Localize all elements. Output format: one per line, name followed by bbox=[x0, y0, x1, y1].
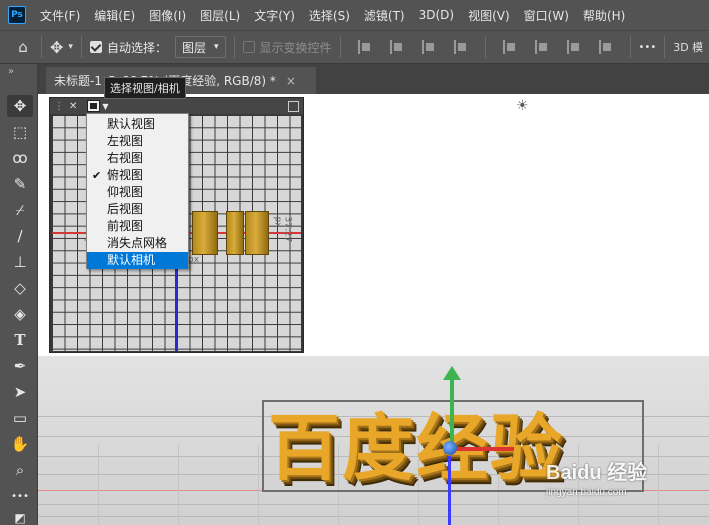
brush-tool-icon[interactable]: ∕ bbox=[7, 225, 33, 247]
view-menu-item[interactable]: 消失点网格 bbox=[87, 235, 188, 252]
menu-image[interactable]: 图像(I) bbox=[149, 7, 186, 24]
menu-filter[interactable]: 滤镜(T) bbox=[364, 7, 405, 24]
view-menu-item[interactable]: 默认视图 bbox=[87, 116, 188, 133]
view-camera-menu: 默认视图左视图右视图 ✔ 俯视图仰视图后视图前视图消失点网格默认相机 bbox=[86, 113, 189, 269]
view-menu-item-label: 消失点网格 bbox=[107, 236, 168, 250]
align-center-icon[interactable] bbox=[389, 40, 404, 54]
view-menu-item[interactable]: 后视图 bbox=[87, 201, 188, 218]
chevron-down-icon[interactable]: ▼ bbox=[102, 102, 108, 111]
eraser-tool-icon[interactable]: ◇ bbox=[7, 277, 33, 299]
menu-bar: Ps 文件(F) 编辑(E) 图像(I) 图层(L) 文字(Y) 选择(S) 滤… bbox=[0, 0, 709, 30]
align-left-icon[interactable] bbox=[357, 40, 372, 54]
tools-panel: » ✥ ⬚ ꝏ ✎ ⌿ ∕ ⊥ ◇ ◈ T ✒ ➤ ▭ ✋ ⌕ ••• ◩ bbox=[0, 64, 38, 525]
stamp-tool-icon[interactable]: ⊥ bbox=[7, 251, 33, 273]
view-menu-item[interactable]: 右视图 bbox=[87, 150, 188, 167]
photoshop-logo: Ps bbox=[8, 6, 26, 24]
view-menu-item[interactable]: 前视图 bbox=[87, 218, 188, 235]
quick-select-tool-icon[interactable]: ✎ bbox=[7, 173, 33, 195]
grip-icon[interactable]: ⋮ bbox=[54, 101, 64, 112]
tooltip: 选择视图/相机 bbox=[104, 77, 186, 99]
view-menu-item[interactable]: 仰视图 bbox=[87, 184, 188, 201]
menu-edit[interactable]: 编辑(E) bbox=[94, 7, 135, 24]
text-block-top-view bbox=[226, 211, 244, 255]
view-menu-item-label: 后视图 bbox=[107, 202, 144, 216]
menu-layer[interactable]: 图层(L) bbox=[200, 7, 240, 24]
zoom-tool-icon[interactable]: ⌕ bbox=[7, 459, 33, 481]
more-options-button[interactable]: ••• bbox=[639, 42, 657, 53]
move-tool-icon[interactable]: ✥ bbox=[7, 95, 33, 117]
view-menu-item-label: 前视图 bbox=[107, 219, 144, 233]
pen-tool-icon[interactable]: ✒ bbox=[7, 355, 33, 377]
chevron-down-icon: ▾ bbox=[213, 42, 219, 52]
type-tool-icon[interactable]: T bbox=[7, 329, 33, 351]
collapse-toolbar-icon[interactable]: » bbox=[8, 66, 14, 77]
dimension-label: px bbox=[188, 255, 200, 265]
gizmo-z-axis[interactable] bbox=[448, 456, 451, 525]
gizmo-x-axis[interactable] bbox=[454, 447, 514, 451]
move-icon[interactable]: ✥ bbox=[50, 38, 63, 57]
view-menu-item-label: 右视图 bbox=[107, 151, 144, 165]
close-icon[interactable]: ✕ bbox=[69, 101, 77, 112]
align-middle-icon[interactable] bbox=[534, 40, 549, 54]
watermark-url: jingyan.baidu.com bbox=[546, 487, 627, 498]
close-icon[interactable]: × bbox=[286, 74, 296, 88]
auto-select-label: 自动选择： bbox=[106, 40, 167, 55]
view-menu-item-label: 默认相机 bbox=[107, 253, 156, 267]
sun-icon[interactable]: ☀ bbox=[516, 98, 529, 114]
chevron-down-icon[interactable]: ▾ bbox=[68, 42, 73, 52]
view-menu-item-label: 俯视图 bbox=[107, 168, 144, 182]
align-top-icon[interactable] bbox=[502, 40, 517, 54]
gizmo-center-handle[interactable] bbox=[443, 441, 457, 455]
lasso-tool-icon[interactable]: ꝏ bbox=[7, 147, 33, 169]
rectangle-tool-icon[interactable]: ▭ bbox=[7, 407, 33, 429]
view-menu-item[interactable]: 左视图 bbox=[87, 133, 188, 150]
menu-help[interactable]: 帮助(H) bbox=[583, 7, 625, 24]
layer-select-value: 图层 bbox=[181, 40, 206, 55]
text-block-top-view bbox=[245, 211, 269, 255]
view-menu-item-label: 左视图 bbox=[107, 134, 144, 148]
watermark: Baidu 经验 jingyan.baidu.com bbox=[546, 456, 647, 498]
distribute-icon[interactable] bbox=[453, 40, 468, 54]
auto-select-checkbox[interactable] bbox=[89, 41, 102, 53]
distribute-vertical-icon[interactable] bbox=[598, 40, 613, 54]
view-menu-item-label: 仰视图 bbox=[107, 185, 144, 199]
layer-select-dropdown[interactable]: 图层 ▾ bbox=[174, 36, 226, 58]
menu-type[interactable]: 文字(Y) bbox=[254, 7, 295, 24]
menu-window[interactable]: 窗口(W) bbox=[524, 7, 569, 24]
view-panel-header: ⋮ ✕ ▼ bbox=[50, 98, 303, 114]
expand-panel-icon[interactable] bbox=[288, 100, 299, 112]
color-swatch-icon[interactable]: ◩ bbox=[7, 507, 33, 525]
options-bar: ⌂ ✥ ▾ 自动选择： 图层 ▾ 显示变换控件 ••• 3D 模 bbox=[0, 30, 709, 64]
view-menu-item[interactable]: 默认相机 bbox=[87, 252, 188, 269]
marquee-tool-icon[interactable]: ⬚ bbox=[7, 121, 33, 143]
dimension-label: 37.27 px bbox=[272, 216, 293, 243]
align-right-icon[interactable] bbox=[421, 40, 436, 54]
view-menu-item[interactable]: ✔ 俯视图 bbox=[87, 167, 188, 184]
paint-bucket-tool-icon[interactable]: ◈ bbox=[7, 303, 33, 325]
menu-file[interactable]: 文件(F) bbox=[40, 7, 80, 24]
menu-view[interactable]: 视图(V) bbox=[468, 7, 510, 24]
hand-tool-icon[interactable]: ✋ bbox=[7, 433, 33, 455]
text-block-top-view bbox=[192, 211, 218, 255]
eyedropper-tool-icon[interactable]: ⌿ bbox=[7, 199, 33, 221]
path-select-tool-icon[interactable]: ➤ bbox=[7, 381, 33, 403]
align-bottom-icon[interactable] bbox=[566, 40, 581, 54]
show-transform-checkbox[interactable] bbox=[242, 41, 255, 53]
show-transform-label: 显示变换控件 bbox=[259, 40, 332, 55]
menu-3d[interactable]: 3D(D) bbox=[419, 8, 454, 22]
checkmark-icon: ✔ bbox=[92, 169, 102, 182]
3d-mode-label: 3D 模 bbox=[673, 41, 704, 54]
menu-select[interactable]: 选择(S) bbox=[309, 7, 350, 24]
home-icon[interactable]: ⌂ bbox=[13, 38, 33, 56]
watermark-logo: Baidu 经验 bbox=[546, 462, 648, 484]
select-view-camera-button[interactable] bbox=[87, 100, 101, 112]
3d-text-label: 百度经验 bbox=[268, 405, 565, 490]
view-menu-item-label: 默认视图 bbox=[107, 117, 156, 131]
more-tools-icon[interactable]: ••• bbox=[7, 485, 33, 507]
